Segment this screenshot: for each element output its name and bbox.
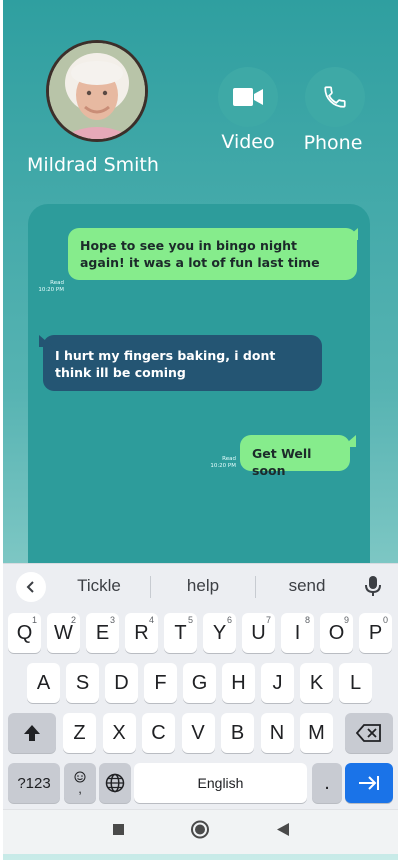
backspace-icon — [356, 724, 381, 742]
shift-key[interactable] — [8, 713, 56, 753]
key-number-hint: 0 — [382, 615, 388, 625]
chevron-left-icon — [26, 581, 34, 593]
key-r[interactable]: R4 — [125, 613, 158, 653]
key-s[interactable]: S — [66, 663, 99, 703]
key-l[interactable]: L — [339, 663, 372, 703]
key-y[interactable]: Y6 — [203, 613, 236, 653]
key-number-hint: 9 — [343, 615, 349, 625]
bubble-tail — [344, 228, 358, 240]
key-number-hint: 1 — [31, 615, 37, 625]
key-b[interactable]: B — [221, 713, 254, 753]
read-receipt: Read 10:20 PM — [38, 280, 64, 293]
back-triangle-icon[interactable] — [277, 823, 289, 836]
suggestion-2[interactable]: help — [153, 576, 253, 596]
key-i[interactable]: I8 — [281, 613, 314, 653]
bubble-tail — [39, 335, 53, 347]
key-label: Q — [16, 621, 33, 644]
comma-label: , — [78, 781, 82, 796]
key-v[interactable]: V — [181, 713, 215, 753]
key-t[interactable]: T5 — [164, 613, 197, 653]
key-e[interactable]: E3 — [86, 613, 119, 653]
key-k[interactable]: K — [300, 663, 333, 703]
key-number-hint: 6 — [226, 615, 232, 625]
key-label: T — [174, 621, 187, 644]
key-j[interactable]: J — [261, 663, 294, 703]
video-camera-icon — [233, 88, 263, 106]
enter-arrow-icon — [359, 776, 379, 790]
chat-panel: Hope to see you in bingo night again! it… — [28, 204, 370, 584]
key-label: I — [294, 621, 301, 644]
key-label: R — [134, 621, 149, 644]
key-c[interactable]: C — [142, 713, 175, 753]
key-q[interactable]: Q1 — [8, 613, 41, 653]
suggestion-1[interactable]: Tickle — [49, 576, 149, 596]
video-label[interactable]: Video — [203, 131, 293, 153]
microphone-icon[interactable] — [365, 575, 381, 602]
message-text: Get Well soon — [252, 446, 312, 478]
key-z[interactable]: Z — [63, 713, 96, 753]
home-circle-icon[interactable] — [191, 820, 209, 839]
message-text: I hurt my fingers baking, i dont think i… — [55, 348, 276, 380]
shift-arrow-icon — [24, 725, 40, 741]
suggestion-divider — [255, 576, 256, 598]
key-m[interactable]: M — [300, 713, 333, 753]
key-p[interactable]: P0 — [359, 613, 392, 653]
key-o[interactable]: O9 — [320, 613, 353, 653]
language-key[interactable] — [99, 763, 131, 803]
message-text: Hope to see you in bingo night again! it… — [80, 238, 320, 270]
avatar-photo — [49, 43, 145, 139]
key-label: U — [251, 621, 266, 644]
period-key[interactable]: . — [312, 763, 342, 803]
key-label: P — [368, 621, 383, 644]
video-call-button[interactable] — [218, 67, 278, 127]
key-a[interactable]: A — [27, 663, 60, 703]
phone-icon — [324, 86, 346, 108]
enter-key[interactable] — [345, 763, 393, 803]
system-navigation-bar — [3, 809, 398, 854]
key-f[interactable]: F — [144, 663, 177, 703]
suggestion-divider — [150, 576, 151, 598]
message-bubble-outgoing[interactable]: Hope to see you in bingo night again! it… — [68, 228, 357, 280]
message-bubble-outgoing[interactable]: Get Well soon — [240, 435, 350, 478]
on-screen-keyboard: Tickle help send ?123 , English . Q 1 W … — [3, 563, 398, 809]
contact-name: Mildrad Smith — [27, 154, 159, 176]
key-label: Y — [212, 621, 227, 644]
globe-icon — [105, 773, 125, 793]
key-g[interactable]: G — [183, 663, 216, 703]
key-x[interactable]: X — [102, 713, 136, 753]
phone-label[interactable]: Phone — [288, 132, 378, 154]
key-number-hint: 7 — [265, 615, 271, 625]
key-label: O — [328, 621, 345, 644]
space-bar[interactable]: English — [134, 763, 307, 803]
key-n[interactable]: N — [260, 713, 294, 753]
bubble-tail — [342, 435, 356, 447]
key-number-hint: 4 — [148, 615, 154, 625]
recents-square-icon[interactable] — [113, 824, 124, 835]
key-h[interactable]: H — [222, 663, 255, 703]
key-number-hint: 8 — [304, 615, 310, 625]
suggestion-bar: Tickle help send — [3, 564, 398, 608]
symbols-key[interactable]: ?123 — [8, 763, 60, 803]
contact-avatar[interactable] — [46, 40, 148, 142]
phone-call-button[interactable] — [305, 67, 365, 127]
key-label: E — [95, 621, 110, 644]
key-d[interactable]: D — [105, 663, 138, 703]
emoji-comma-key[interactable]: , — [64, 763, 96, 803]
key-w[interactable]: W2 — [47, 613, 80, 653]
read-receipt: Read 10:20 PM — [210, 456, 236, 469]
key-number-hint: 2 — [70, 615, 76, 625]
suggestion-3[interactable]: send — [257, 576, 357, 596]
backspace-key[interactable] — [345, 713, 393, 753]
keyboard-back-button[interactable] — [16, 572, 46, 602]
key-number-hint: 5 — [187, 615, 193, 625]
key-u[interactable]: U7 — [242, 613, 275, 653]
message-bubble-incoming[interactable]: I hurt my fingers baking, i dont think i… — [43, 335, 322, 391]
key-number-hint: 3 — [109, 615, 115, 625]
